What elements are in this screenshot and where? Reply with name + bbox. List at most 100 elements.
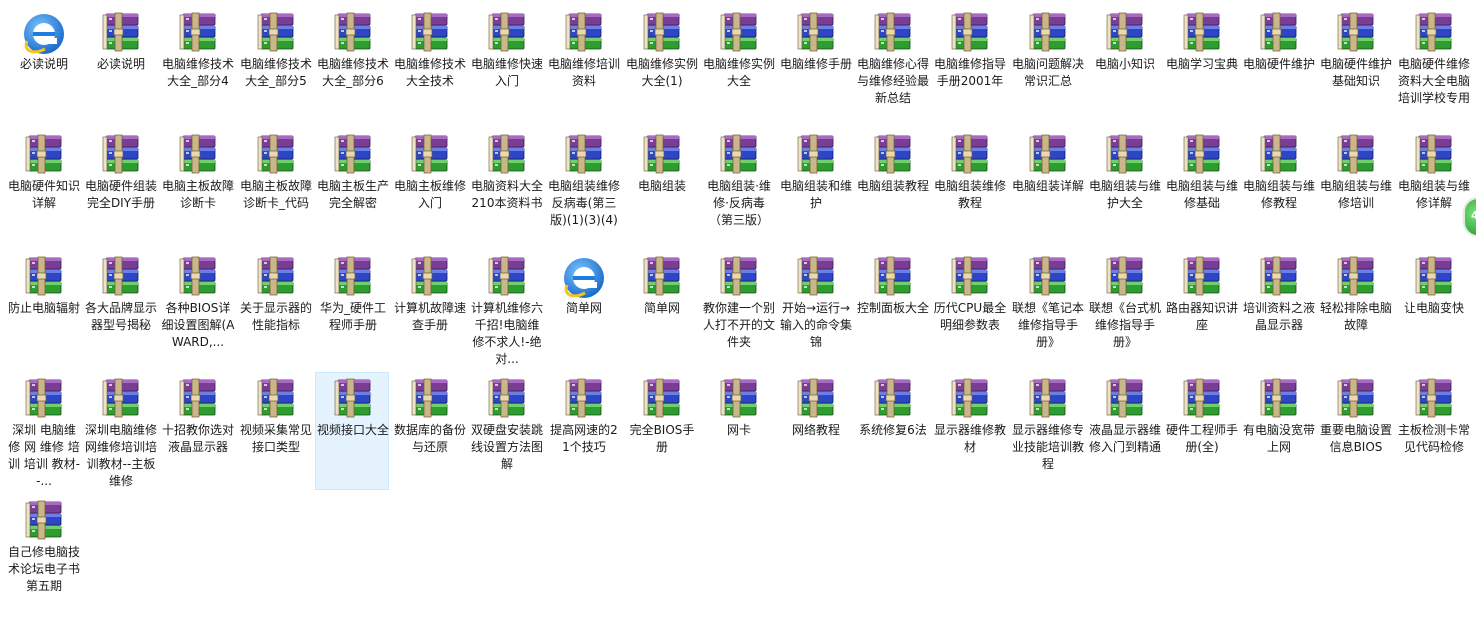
file-item[interactable]: 电脑问题解决常识汇总 xyxy=(1010,6,1084,124)
file-item[interactable]: 电脑组装与维修培训 xyxy=(1318,128,1392,246)
file-item[interactable]: 深圳 电脑维修 网 维修 培训 培训 教材--... xyxy=(6,372,80,490)
file-item[interactable]: 电脑维修心得与维修经验最新总结 xyxy=(855,6,929,124)
file-item[interactable]: 电脑维修指导手册2001年 xyxy=(932,6,1006,124)
file-item[interactable]: 提高网速的21个技巧 xyxy=(546,372,620,490)
file-item[interactable]: 显示器维修教材 xyxy=(932,372,1006,490)
rar-icon xyxy=(793,255,839,301)
file-item[interactable]: 主板检测卡常见代码检修 xyxy=(1396,372,1470,490)
file-item[interactable]: 电脑小知识 xyxy=(1087,6,1161,124)
file-item[interactable]: 电脑主板维修入门 xyxy=(392,128,466,246)
rar-icon xyxy=(947,11,993,57)
file-item[interactable]: 视频接口大全 xyxy=(315,372,389,490)
file-label: 系统修复6法 xyxy=(859,423,927,437)
file-item[interactable]: 深圳电脑维修网维修培训培训教材--主板维修 xyxy=(83,372,157,490)
file-item[interactable]: 简单网 xyxy=(546,250,620,368)
file-item[interactable]: 电脑组装维修教程 xyxy=(932,128,1006,246)
file-item[interactable]: 双硬盘安装跳线设置方法图解 xyxy=(469,372,543,490)
file-item[interactable]: 联想《台式机维修指导手册》 xyxy=(1087,250,1161,368)
file-item[interactable]: 电脑学习宝典 xyxy=(1164,6,1238,124)
rar-icon xyxy=(21,499,67,545)
file-item[interactable]: 电脑主板生产完全解密 xyxy=(315,128,389,246)
file-item[interactable]: 电脑维修技术大全_部分4 xyxy=(160,6,234,124)
file-item[interactable]: 电脑组装教程 xyxy=(855,128,929,246)
rar-icon xyxy=(484,133,530,179)
file-item[interactable]: 电脑硬件维护基础知识 xyxy=(1318,6,1392,124)
file-item[interactable]: 路由器知识讲座 xyxy=(1164,250,1238,368)
file-item[interactable]: 电脑组装与维修基础 xyxy=(1164,128,1238,246)
file-item[interactable]: 电脑组装与维护大全 xyxy=(1087,128,1161,246)
file-item[interactable]: 电脑组装维修 反病毒(第三版)(1)(3)(4) xyxy=(546,128,620,246)
file-item[interactable]: 电脑维修快速入门 xyxy=(469,6,543,124)
rar-icon xyxy=(330,255,376,301)
side-badge[interactable]: 4 xyxy=(1464,198,1476,236)
file-item[interactable]: 轻松排除电脑故障 xyxy=(1318,250,1392,368)
file-item[interactable]: 必读说明 xyxy=(6,6,80,124)
file-item[interactable]: 培训资料之液晶显示器 xyxy=(1241,250,1315,368)
file-item[interactable]: 计算机故障速查手册 xyxy=(392,250,466,368)
file-item[interactable]: 必读说明 xyxy=(83,6,157,124)
file-item[interactable]: 电脑维修实例大全 xyxy=(701,6,775,124)
file-label: 关于显示器的性能指标 xyxy=(239,301,312,332)
file-item[interactable]: 数据库的备份与还原 xyxy=(392,372,466,490)
rar-icon xyxy=(21,255,67,301)
file-item[interactable]: 计算机维修六千招!电脑维修不求人!-绝对... xyxy=(469,250,543,368)
file-item[interactable]: 各大品牌显示器型号揭秘 xyxy=(83,250,157,368)
file-item[interactable]: 液晶显示器维修入门到精通 xyxy=(1087,372,1161,490)
rar-icon xyxy=(716,11,762,57)
file-item[interactable]: 视频采集常见接口类型 xyxy=(238,372,312,490)
file-item[interactable]: 电脑组装与维修教程 xyxy=(1241,128,1315,246)
file-label: 联想《笔记本维修指导手册》 xyxy=(1011,301,1084,349)
file-item[interactable]: 十招教你选对液晶显示器 xyxy=(160,372,234,490)
file-item[interactable]: 让电脑变快 xyxy=(1396,250,1470,368)
file-item[interactable]: 电脑维修技术大全_部分5 xyxy=(238,6,312,124)
file-item[interactable]: 电脑组装详解 xyxy=(1010,128,1084,246)
file-item[interactable]: 电脑组装与维修详解 xyxy=(1396,128,1470,246)
file-item[interactable]: 各种BIOS详细设置图解(AWARD,... xyxy=(160,250,234,368)
file-item[interactable]: 电脑硬件维护 xyxy=(1241,6,1315,124)
file-label: 让电脑变快 xyxy=(1403,301,1464,315)
file-item[interactable]: 电脑硬件组装完全DIY手册 xyxy=(83,128,157,246)
file-item[interactable]: 电脑维修技术大全_部分6 xyxy=(315,6,389,124)
file-label: 电脑组装·维修·反病毒（第三版） xyxy=(707,179,771,227)
file-item[interactable]: 电脑组装·维修·反病毒（第三版） xyxy=(701,128,775,246)
file-item[interactable]: 系统修复6法 xyxy=(855,372,929,490)
rar-icon xyxy=(253,377,299,423)
file-item[interactable]: 控制面板大全 xyxy=(855,250,929,368)
file-label: 十招教你选对液晶显示器 xyxy=(161,423,234,454)
file-item[interactable]: 电脑资料大全210本资料书 xyxy=(469,128,543,246)
file-item[interactable]: 华为_硬件工程师手册 xyxy=(315,250,389,368)
file-item[interactable]: 电脑主板故障诊断卡 xyxy=(160,128,234,246)
file-item[interactable]: 教你建一个别人打不开的文件夹 xyxy=(701,250,775,368)
file-label: 电脑组装维修教程 xyxy=(933,179,1006,210)
file-item[interactable]: 网络教程 xyxy=(778,372,852,490)
rar-icon xyxy=(1333,255,1379,301)
rar-icon xyxy=(639,133,685,179)
file-item[interactable]: 电脑维修技术大全技术 xyxy=(392,6,466,124)
file-item[interactable]: 电脑主板故障诊断卡_代码 xyxy=(238,128,312,246)
file-label: 开始→运行→输入的命令集锦 xyxy=(779,301,852,349)
rar-icon xyxy=(1256,133,1302,179)
file-item[interactable]: 简单网 xyxy=(624,250,698,368)
rar-icon xyxy=(1102,377,1148,423)
file-item[interactable]: 电脑组装 xyxy=(624,128,698,246)
file-item[interactable]: 历代CPU最全明细参数表 xyxy=(932,250,1006,368)
file-item[interactable]: 完全BIOS手册 xyxy=(624,372,698,490)
rar-icon xyxy=(1256,377,1302,423)
file-item[interactable]: 电脑组装和维护 xyxy=(778,128,852,246)
file-item[interactable]: 重要电脑设置信息BIOS xyxy=(1318,372,1392,490)
file-item[interactable]: 电脑硬件维修资料大全电脑培训学校专用 xyxy=(1396,6,1470,124)
file-item[interactable]: 电脑硬件知识详解 xyxy=(6,128,80,246)
file-item[interactable]: 关于显示器的性能指标 xyxy=(238,250,312,368)
file-item[interactable]: 防止电脑辐射 xyxy=(6,250,80,368)
file-item[interactable]: 电脑维修实例大全(1) xyxy=(624,6,698,124)
file-item[interactable]: 开始→运行→输入的命令集锦 xyxy=(778,250,852,368)
file-item[interactable]: 电脑维修培训资料 xyxy=(546,6,620,124)
file-item[interactable]: 硬件工程师手册(全) xyxy=(1164,372,1238,490)
rar-icon xyxy=(1102,133,1148,179)
file-item[interactable]: 联想《笔记本维修指导手册》 xyxy=(1010,250,1084,368)
file-item[interactable]: 自己修电脑技术论坛电子书第五期 xyxy=(6,494,80,612)
file-item[interactable]: 显示器维修专业技能培训教程 xyxy=(1010,372,1084,490)
file-item[interactable]: 有电脑没宽带上网 xyxy=(1241,372,1315,490)
file-item[interactable]: 网卡 xyxy=(701,372,775,490)
file-item[interactable]: 电脑维修手册 xyxy=(778,6,852,124)
